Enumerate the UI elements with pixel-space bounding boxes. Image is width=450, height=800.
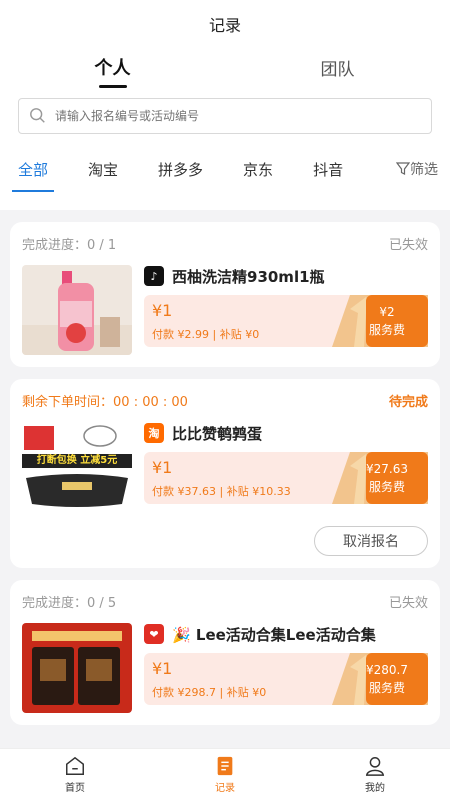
segment-control: 个人 团队 [0, 42, 450, 92]
records-icon [217, 756, 233, 776]
pinduoduo-icon: ❤ [144, 624, 164, 644]
search-icon [30, 108, 45, 123]
bottom-nav: 首页 记录 我的 [0, 748, 450, 800]
page-title: 记录 [208, 16, 241, 35]
price-panel: ¥1 付款 ¥37.63 | 补贴 ¥10.33 ¥27.63 服务费 [144, 452, 428, 504]
service-fee-badge: ¥280.7 服务费 [332, 653, 428, 705]
service-fee-badge: ¥27.63 服务费 [332, 452, 428, 504]
taobao-icon: 淘 [144, 423, 164, 443]
tab-pinduoduo[interactable]: 拼多多 [152, 159, 209, 180]
price-amount: ¥1 [152, 301, 173, 320]
fee-label: 服务费 [368, 480, 405, 494]
tab-all[interactable]: 全部 [12, 159, 55, 192]
product-thumbnail: 打断包换 立减5元 [22, 422, 132, 512]
nav-mine-label: 我的 [365, 783, 385, 794]
segment-team[interactable]: 团队 [225, 55, 450, 80]
price-panel: ¥1 付款 ¥2.99 | 补贴 ¥0 ¥2 服务费 [144, 295, 428, 347]
search-input[interactable] [55, 109, 431, 123]
countdown-label: 剩余下单时间： [22, 395, 114, 410]
record-card[interactable]: 剩余下单时间：00 : 00 : 00 待完成 打断包换 立减5元 淘 比比赞鹌… [10, 379, 440, 568]
fee-label: 服务费 [368, 323, 405, 337]
countdown: 剩余下单时间：00 : 00 : 00 [22, 391, 188, 410]
payment-amount: 付款 ¥37.63 [152, 485, 216, 498]
nav-home[interactable]: 首页 [0, 749, 150, 800]
service-fee-badge: ¥2 服务费 [332, 295, 428, 347]
nav-records[interactable]: 记录 [150, 749, 300, 800]
tab-jd[interactable]: 京东 [237, 159, 279, 180]
status-badge: 已失效 [388, 596, 428, 611]
nav-home-label: 首页 [65, 783, 85, 794]
fee-label: 服务费 [368, 681, 405, 695]
product-name: 🎉 Lee活动合集Lee活动合集 [172, 625, 376, 644]
payment-amount: 付款 ¥298.7 [152, 686, 216, 699]
top-area: 记录 个人 团队 全部 淘宝 拼多多 京东 抖音 筛选 [0, 0, 450, 210]
status-badge: 已失效 [388, 238, 428, 253]
product-name: 西柚洗洁精930ml1瓶 [172, 267, 325, 286]
fee-amount: ¥280.7 [366, 663, 408, 677]
subsidy-amount: 补贴 ¥0 [226, 686, 267, 699]
tab-douyin[interactable]: 抖音 [307, 159, 349, 180]
payment-amount: 付款 ¥2.99 [152, 328, 209, 341]
user-icon [365, 757, 385, 776]
filter-icon [396, 162, 410, 175]
platform-tabs: 全部 淘宝 拼多多 京东 抖音 筛选 [0, 140, 450, 198]
product-name: 比比赞鹌鹑蛋 [172, 424, 263, 443]
product-thumbnail [22, 623, 132, 713]
progress-label: 完成进度：0 / 1 [22, 238, 117, 253]
filter-button[interactable]: 筛选 [396, 159, 438, 179]
record-card[interactable]: 完成进度：0 / 1 已失效 ♪ 西柚洗洁精930ml1瓶 ¥1 付款 ¥2.9… [10, 222, 440, 367]
subsidy-amount: 补贴 ¥0 [219, 328, 260, 341]
tab-taobao[interactable]: 淘宝 [82, 159, 124, 180]
home-icon [66, 756, 84, 775]
status-badge: 待完成 [388, 395, 428, 410]
cancel-registration-button[interactable]: 取消报名 [314, 526, 428, 556]
progress-label: 完成进度：0 / 5 [22, 596, 117, 611]
filter-label: 筛选 [410, 162, 438, 178]
fee-amount: ¥27.63 [366, 462, 408, 476]
nav-records-label: 记录 [215, 783, 235, 794]
nav-mine[interactable]: 我的 [300, 749, 450, 800]
search-box[interactable] [18, 98, 432, 134]
fee-amount: ¥2 [379, 305, 395, 319]
product-thumbnail [22, 265, 132, 355]
price-amount: ¥1 [152, 458, 173, 477]
douyin-icon: ♪ [144, 266, 164, 286]
countdown-value: 00 : 00 : 00 [113, 395, 188, 410]
record-card[interactable]: 完成进度：0 / 5 已失效 ❤ 🎉 Lee活动合集Lee活动合集 ¥1 付款 … [10, 580, 440, 725]
thumb-banner: 打断包换 立减5元 [36, 455, 118, 466]
price-amount: ¥1 [152, 659, 173, 678]
price-panel: ¥1 付款 ¥298.7 | 补贴 ¥0 ¥280.7 服务费 [144, 653, 428, 705]
subsidy-amount: 补贴 ¥10.33 [226, 485, 291, 498]
segment-personal[interactable]: 个人 [0, 54, 225, 80]
